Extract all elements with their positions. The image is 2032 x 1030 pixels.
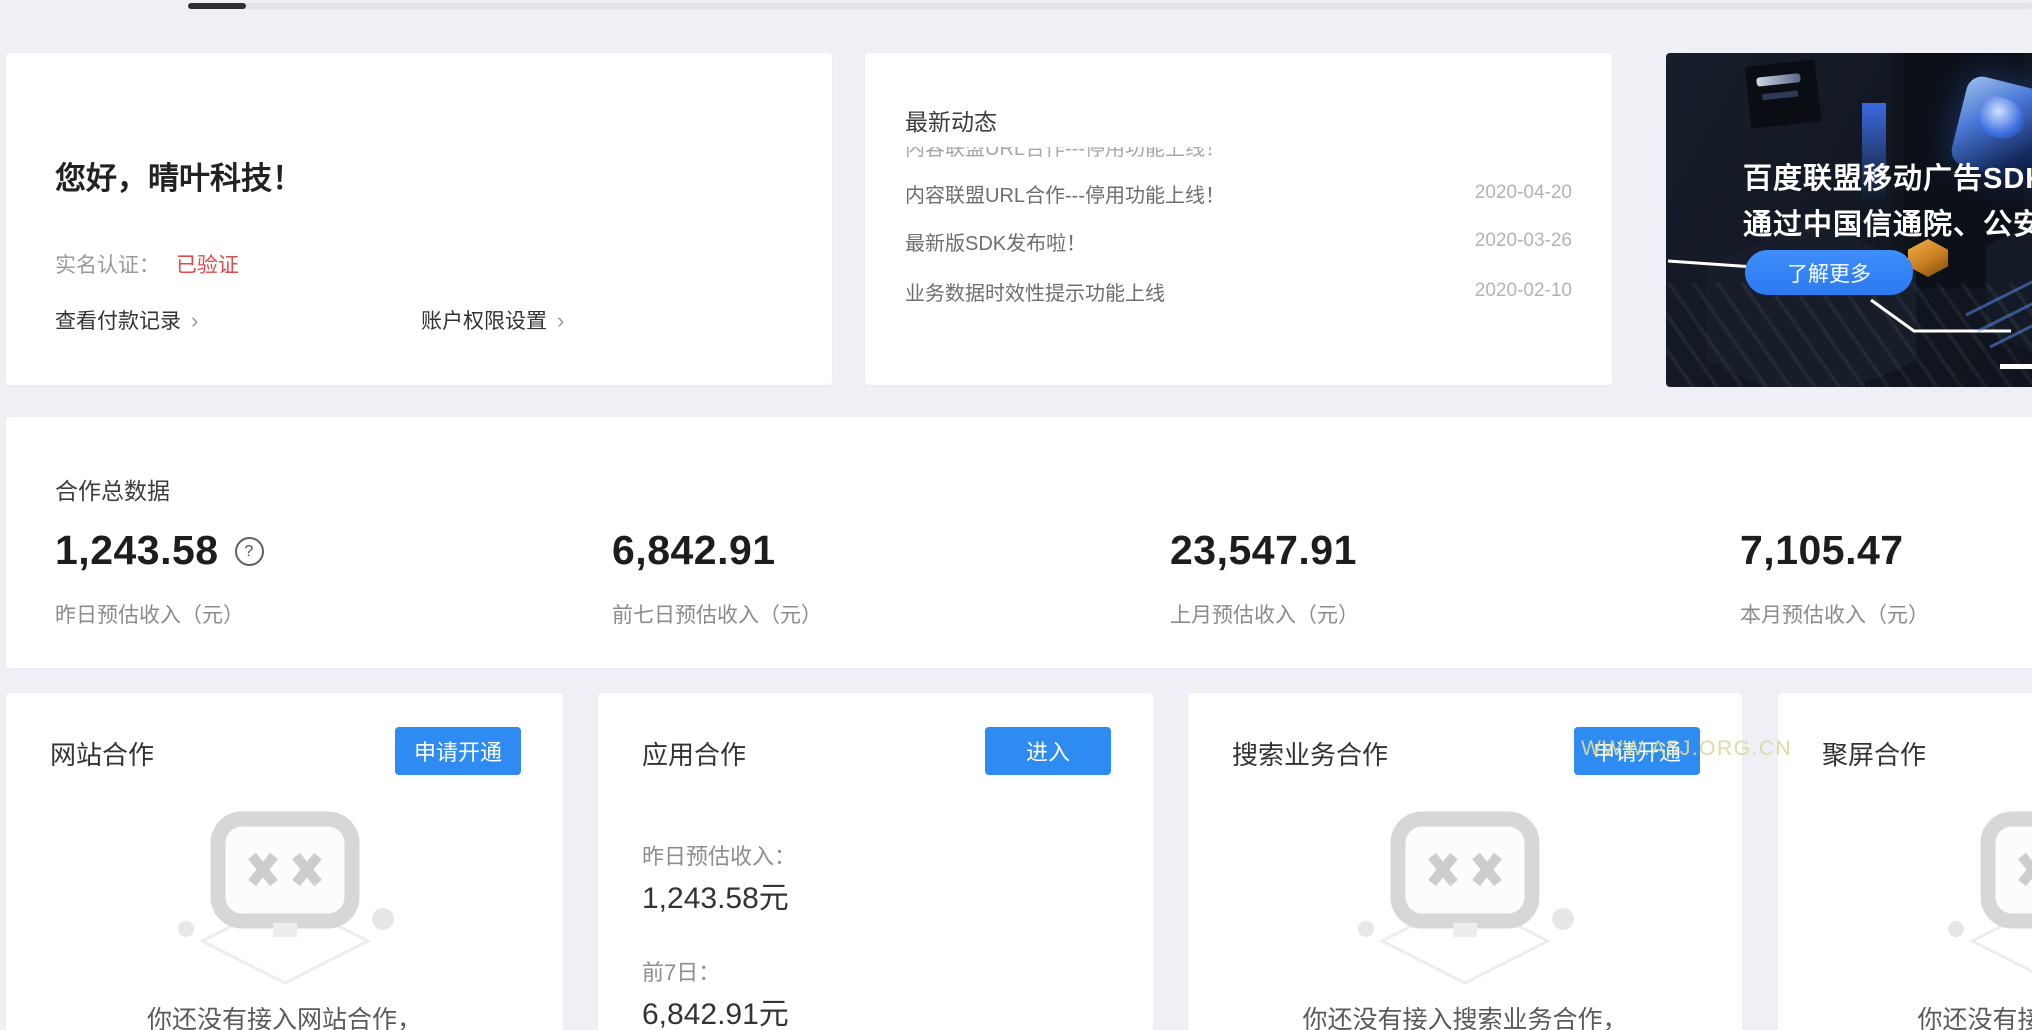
account-permission-link[interactable]: 账户权限设置 › [421,305,564,335]
app-coop-card: 应用合作 进入 昨日预估收入： 1,243.58元 前7日： 6,842.91元 [598,693,1153,1030]
stat-last7days-revenue: 6,842.91 前七日预估收入（元） [612,417,1132,668]
real-name-verification-row: 实名认证： 已验证 [55,249,239,279]
top-scrollbar-thumb[interactable] [188,3,246,9]
chevron-right-icon: › [191,308,198,333]
account-permission-label: 账户权限设置 [421,310,547,333]
promo-banner[interactable]: 百度联盟移动广告SDK 通过中国信通院、公安部 了解更多 [1666,53,2032,387]
news-item-clipped: 内容联盟URL合作---停用功能上线！ [905,147,1565,160]
news-item-date: 2020-03-26 [1475,230,1572,252]
banner-subline: 通过中国信通院、公安部 [1743,201,2032,243]
stat-label: 上月预估收入（元） [1170,599,1359,629]
coop-card-title: 网站合作 [50,735,154,772]
banner-headline: 百度联盟移动广告SDK [1743,155,2032,197]
coop-card-title: 聚屏合作 [1822,735,1926,772]
news-item-row: 最新版SDK发布啦！ 2020-03-26 [905,226,1572,256]
stat-label: 昨日预估收入（元） [55,599,244,629]
news-card-title: 最新动态 [905,103,997,137]
chevron-right-icon: › [557,308,564,333]
empty-state-text: 你还没有接入网站合作， [6,1000,563,1030]
website-coop-card: 网站合作 申请开通 你还没有接入网站合作， [6,693,563,1030]
news-item-link[interactable]: 内容联盟URL合作---停用功能上线！ [905,179,1225,208]
coop-card-title: 应用合作 [642,735,746,772]
news-item-date: 2020-04-20 [1475,182,1572,204]
news-item-link[interactable]: 业务数据时效性提示功能上线 [905,277,1165,306]
apply-open-button[interactable]: 申请开通 [395,727,521,775]
news-item-link[interactable]: 最新版SDK发布啦！ [905,227,1086,256]
stat-value: 23,547.91 [1170,527,1357,574]
enter-button[interactable]: 进入 [985,727,1111,775]
stat-value: 6,842.91 [612,527,776,574]
real-name-status: 已验证 [176,254,239,277]
stat-value: 7,105.47 [1740,527,1904,574]
yesterday-revenue-label: 昨日预估收入： [642,839,796,871]
payment-records-label: 查看付款记录 [55,310,181,333]
site-watermark: WWW.A5J.ORG.CN [1581,737,1792,761]
payment-records-link[interactable]: 查看付款记录 › [55,305,198,335]
last7days-revenue-label: 前7日： [642,955,720,987]
last7days-revenue-value: 6,842.91元 [642,989,789,1030]
news-item-row: 内容联盟URL合作---停用功能上线！ 2020-04-20 [905,178,1572,208]
help-icon[interactable]: ? [235,537,264,566]
top-scrollbar-track [188,3,2032,9]
empty-state-text: 你还没有接入搜索业务合作， [1188,1000,1742,1030]
empty-tv-icon [1940,811,2032,1001]
latest-news-card: 最新动态 内容联盟URL合作---停用功能上线！ 内容联盟URL合作---停用功… [865,53,1612,385]
stat-last-month-revenue: 23,547.91 上月预估收入（元） [1170,417,1690,668]
news-item-date: 2020-02-10 [1475,280,1572,302]
stat-label: 前七日预估收入（元） [612,599,822,629]
empty-tv-icon [1350,811,1580,1001]
news-item-row: 业务数据时效性提示功能上线 2020-02-10 [905,276,1572,306]
greeting-card: 您好，晴叶科技！ 实名认证： 已验证 查看付款记录 › 账户权限设置 › [6,53,832,385]
coop-card-title: 搜索业务合作 [1232,735,1388,772]
dashboard-page: 您好，晴叶科技！ 实名认证： 已验证 查看付款记录 › 账户权限设置 › 最新动态 … [0,0,2032,1030]
empty-tv-icon [170,811,400,1001]
real-name-label: 实名认证： [55,254,160,277]
stat-label: 本月预估收入（元） [1740,599,1929,629]
empty-state-text: 你还没有接入聚屏合作， [1778,1000,2032,1030]
yesterday-revenue-value: 1,243.58元 [642,873,789,917]
greeting-title: 您好，晴叶科技！ [55,153,303,198]
stat-value: 1,243.58 [55,527,219,573]
learn-more-button[interactable]: 了解更多 [1745,250,1913,295]
stat-yesterday-revenue: 1,243.58? 昨日预估收入（元） [55,417,575,668]
stat-this-month-revenue: 7,105.47 本月预估收入（元） [1740,417,2032,668]
cooperation-stats-card: 合作总数据 1,243.58? 昨日预估收入（元） 6,842.91 前七日预估… [6,417,2032,668]
screen-coop-card: 聚屏合作 你还没有接入聚屏合作， [1778,693,2032,1030]
